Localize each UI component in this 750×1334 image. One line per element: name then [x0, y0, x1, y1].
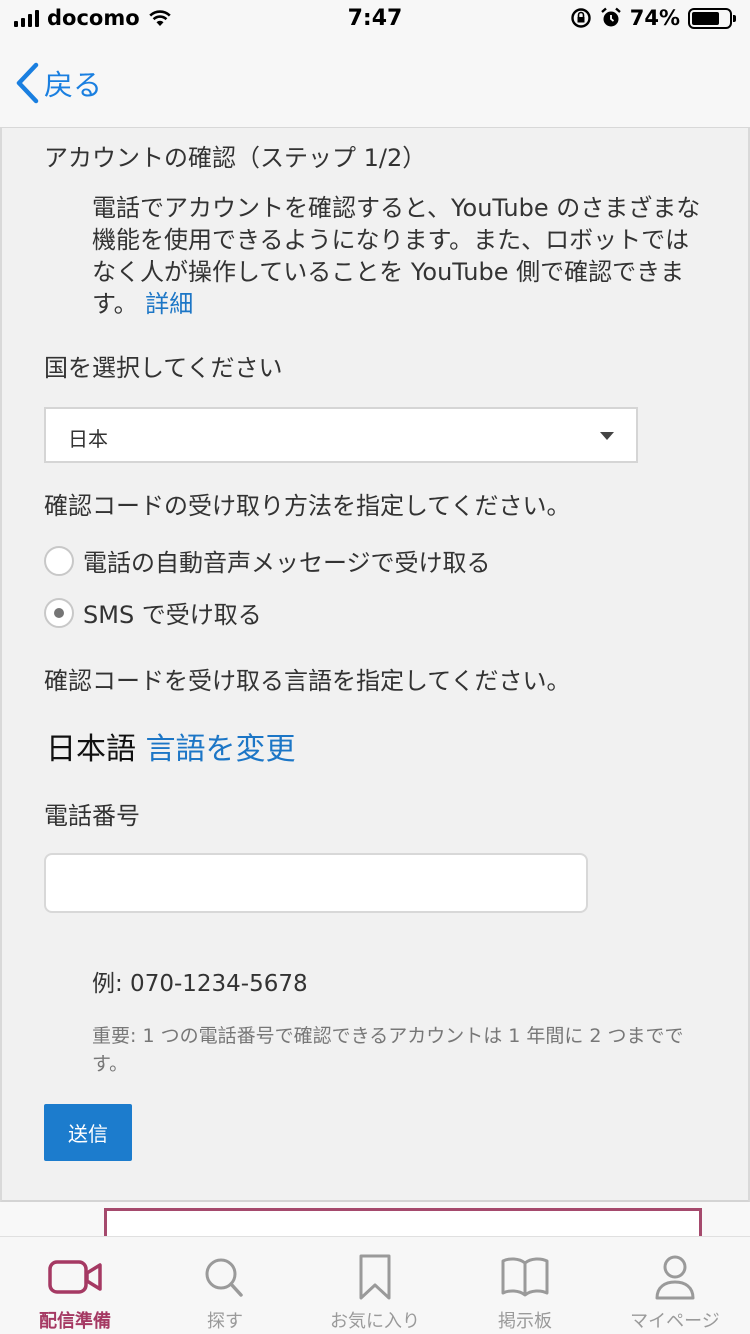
- status-indicators: 74%: [570, 6, 736, 30]
- country-select[interactable]: 日本: [44, 407, 638, 463]
- submit-button[interactable]: 送信: [44, 1104, 132, 1161]
- language-label: 確認コードを受け取る言語を指定してください。: [44, 667, 571, 695]
- radio-button[interactable]: [44, 597, 74, 628]
- chevron-left-icon: [16, 62, 39, 104]
- tab-label: 掲示板: [498, 1311, 552, 1332]
- country-label: 国を選択してください: [44, 354, 283, 382]
- details-link[interactable]: 詳細: [145, 290, 193, 318]
- alarm-icon: [600, 7, 621, 27]
- tab-board[interactable]: 掲示板: [450, 1237, 600, 1334]
- radio-button[interactable]: [44, 545, 74, 576]
- method-label: 確認コードの受け取り方法を指定してください。: [44, 492, 571, 520]
- method-option-label: 電話の自動音声メッセージで受け取る: [83, 549, 491, 577]
- battery-icon: [688, 7, 736, 29]
- language-value: 日本語: [46, 732, 136, 767]
- phone-label: 電話番号: [44, 802, 140, 830]
- verification-form: アカウントの確認（ステップ 1/2） 電話でアカウントを確認すると、YouTub…: [0, 128, 750, 1202]
- open-book-icon: [501, 1257, 549, 1297]
- back-label: 戻る: [44, 68, 103, 102]
- change-language-link[interactable]: 言語を変更: [146, 732, 296, 767]
- video-camera-icon: [48, 1260, 102, 1294]
- method-option-label: SMS で受け取る: [83, 601, 262, 629]
- search-icon: [205, 1258, 243, 1297]
- status-bar: docomo 7:47 74%: [0, 0, 750, 40]
- page-title: アカウントの確認（ステップ 1/2）: [44, 144, 427, 172]
- country-value: 日本: [68, 427, 108, 451]
- method-option-sms[interactable]: SMS で受け取る: [44, 595, 262, 630]
- important-note: 重要: 1 つの電話番号で確認できるアカウントは 1 年間に 2 つまでです。: [92, 1025, 684, 1075]
- dropdown-arrow-icon: [600, 432, 614, 440]
- tab-search[interactable]: 探す: [150, 1237, 300, 1334]
- battery-percent: 74%: [629, 6, 680, 30]
- tab-broadcast-prep[interactable]: 配信準備: [0, 1237, 150, 1334]
- tab-label: 配信準備: [39, 1311, 111, 1332]
- tab-label: お気に入り: [330, 1311, 420, 1332]
- phone-example: 例: 070-1234-5678: [92, 971, 308, 997]
- tab-bar: 配信準備 探す お気に入り 掲示板 マイページ: [0, 1236, 750, 1334]
- back-button[interactable]: 戻る: [14, 62, 102, 104]
- method-option-voice[interactable]: 電話の自動音声メッセージで受け取る: [44, 543, 491, 578]
- tab-label: マイページ: [630, 1311, 720, 1332]
- rotation-lock-icon: [571, 8, 591, 28]
- description: 電話でアカウントを確認すると、YouTube のさまざまな機能を使用できるように…: [92, 192, 712, 320]
- tab-label: 探す: [207, 1311, 243, 1332]
- bookmark-icon: [359, 1254, 391, 1300]
- person-icon: [655, 1255, 695, 1300]
- tab-favorites[interactable]: お気に入り: [300, 1237, 450, 1334]
- language-row: 日本語 言語を変更: [46, 724, 296, 768]
- navigation-bar: 戻る: [0, 40, 750, 128]
- phone-number-input[interactable]: [44, 853, 588, 913]
- tab-my-page[interactable]: マイページ: [600, 1237, 750, 1334]
